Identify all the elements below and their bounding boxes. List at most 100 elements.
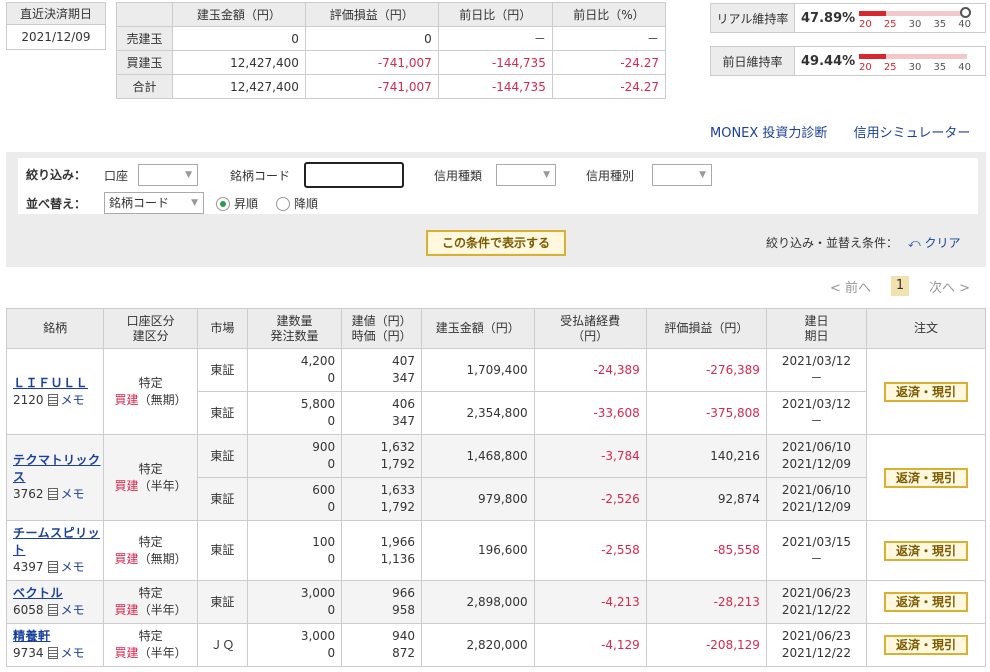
order-qty: 0 [327, 414, 336, 428]
summary-pl: 0 [304, 26, 439, 51]
header-date-2: 期日 [804, 328, 829, 343]
summary-row-sell: 売建玉 0 0 － － [116, 26, 667, 51]
order-qty: 0 [327, 500, 336, 514]
repay-button[interactable]: 返済・現引 [883, 467, 968, 488]
repay-button[interactable]: 返済・現引 [883, 540, 968, 561]
credit-simulator-link[interactable]: 信用シミュレーター [854, 126, 971, 141]
sort-desc-radio[interactable]: 降順 [276, 195, 318, 212]
current-price: 958 [392, 603, 415, 617]
order-qty: 0 [327, 371, 336, 385]
chevron-down-icon: ▼ [191, 198, 198, 208]
memo-icon[interactable] [47, 561, 58, 573]
position-kind: 買建 [114, 646, 139, 660]
date-cell: 2021/03/12 － [765, 348, 867, 392]
current-price: 1,792 [380, 500, 415, 514]
positions-body: ＬＩＦＵＬＬ 2120 メモ 特定 買建（無期） 東証 4,200 0 407 347 1,… [5, 348, 987, 667]
sort-select[interactable]: 銘柄コード ▼ [104, 192, 204, 214]
market-cell: 東証 [197, 391, 248, 435]
market-cell: 東証 [197, 348, 248, 392]
prev-page-link[interactable]: < 前へ [830, 277, 871, 296]
position-qty: 100 [312, 534, 336, 549]
stock-name-link[interactable]: ベクトル [13, 586, 63, 600]
entry-price: 940 [392, 629, 415, 643]
real-maintenance-ratio: リアル維持率 47.89% 20 25 30 35 40 [710, 3, 986, 33]
summary-row-total: 合計 12,427,400 -741,007 -144,735 -24.27 [116, 74, 667, 99]
memo-link[interactable]: メモ [61, 603, 85, 617]
memo-icon[interactable] [47, 647, 58, 659]
clear-button[interactable]: ⤺ クリア [908, 236, 961, 250]
stock-name-link[interactable]: テクマトリックス [13, 453, 101, 484]
gauge-tick: 25 [883, 62, 897, 73]
memo-icon[interactable] [47, 488, 58, 500]
repay-button[interactable]: 返済・現引 [883, 381, 968, 402]
header-price-1: 建値（円） [351, 313, 412, 328]
market-cell: 東証 [197, 580, 248, 624]
account-cell: 特定 買建（半年） [103, 623, 198, 667]
filter-panel: 絞り込み： 口座 ▼ 銘柄コード 信用種類 ▼ 信用種別 ▼ 並べ替え： 銘柄コ… [6, 152, 986, 267]
stock-cell: ベクトル 6058 メモ [5, 580, 105, 624]
stock-code-input[interactable] [304, 162, 404, 188]
gauge-tick: 30 [908, 19, 922, 30]
positions-table: 銘柄 口座区分 建区分 市場 建数量 発注数量 建値（円） 時価（円） 建玉金額（円）… [5, 308, 987, 667]
memo-icon[interactable] [47, 604, 58, 616]
price-cell: 940 872 [341, 623, 422, 667]
date-cell: 2021/06/10 2021/12/09 [765, 477, 867, 521]
market-cell: 東証 [197, 477, 248, 521]
sort-desc-label: 降順 [294, 197, 319, 211]
account-type: 特定 [138, 534, 163, 549]
header-qty: 建数量 発注数量 [246, 308, 343, 349]
qty-cell: 5,800 0 [246, 391, 343, 435]
open-date: 2021/06/10 [781, 440, 852, 454]
summary-amount: 0 [172, 26, 306, 51]
position-kind: 買建 [114, 603, 139, 617]
memo-icon[interactable] [47, 393, 58, 406]
tool-links: MONEX 投資力診断 信用シミュレーター [710, 122, 970, 141]
pagination: < 前へ 1 次へ > [830, 276, 970, 296]
next-page-link[interactable]: 次へ > [929, 277, 970, 296]
current-price: 1,792 [380, 457, 415, 471]
order-cell: 返済・現引 [865, 520, 987, 581]
stock-name-link[interactable]: 精養軒 [13, 629, 51, 643]
current-price: 1,136 [380, 551, 415, 566]
sort-select-value: 銘柄コード [109, 196, 170, 210]
position-qty: 3,000 [300, 629, 336, 643]
memo-link[interactable]: メモ [61, 646, 85, 660]
gauge-tick: 20 [859, 19, 872, 30]
table-row: チームスピリット 4397 メモ 特定 買建（無期） 東証 100 0 1,966 1,1… [5, 520, 987, 581]
gauge-fill [859, 11, 886, 16]
ratio-gauge: 20 25 30 35 40 [859, 47, 971, 75]
open-date: 2021/03/12 [781, 397, 852, 411]
credit-kind-label: 信用種類 [434, 169, 483, 183]
stock-cell: 精養軒 9734 メモ [5, 623, 105, 667]
credit-type-select[interactable]: ▼ [652, 164, 712, 186]
entry-price: 407 [392, 354, 415, 368]
stock-name-link[interactable]: チームスピリット [13, 526, 100, 557]
position-kind: 買建 [114, 392, 139, 407]
stock-name-link[interactable]: ＬＩＦＵＬＬ [13, 376, 88, 390]
position-qty: 3,000 [300, 586, 336, 600]
memo-link[interactable]: メモ [61, 487, 85, 501]
entry-price: 406 [392, 397, 415, 411]
undo-icon: ⤺ [907, 236, 925, 250]
pl-cell: -208,129 [645, 623, 767, 667]
summary-header-amount: 建玉金額（円） [172, 2, 306, 27]
memo-link[interactable]: メモ [61, 393, 85, 407]
qty-cell: 600 0 [246, 477, 343, 521]
account-select[interactable]: ▼ [138, 164, 198, 186]
repay-button[interactable]: 返済・現引 [883, 635, 968, 655]
memo-link[interactable]: メモ [61, 560, 85, 574]
position-qty: 600 [312, 483, 336, 497]
credit-kind-select[interactable]: ▼ [496, 164, 556, 186]
radio-unchecked-icon [276, 196, 290, 211]
due-date: 2021/12/22 [781, 646, 852, 660]
show-with-conditions-button[interactable]: この条件で表示する [426, 230, 566, 256]
sort-asc-radio[interactable]: 昇順 [216, 195, 258, 212]
gauge-ticks: 20 25 30 35 40 [859, 62, 971, 73]
repay-button[interactable]: 返済・現引 [883, 592, 968, 612]
sort-label: 並べ替え： [26, 197, 87, 211]
summary-diff: -144,735 [437, 50, 553, 75]
monex-diagnosis-link[interactable]: MONEX 投資力診断 [710, 126, 827, 141]
summary-row-buy: 買建玉 12,427,400 -741,007 -144,735 -24.27 [116, 50, 667, 75]
narrow-label: 絞り込み： [26, 168, 87, 182]
radio-checked-icon [216, 196, 230, 211]
